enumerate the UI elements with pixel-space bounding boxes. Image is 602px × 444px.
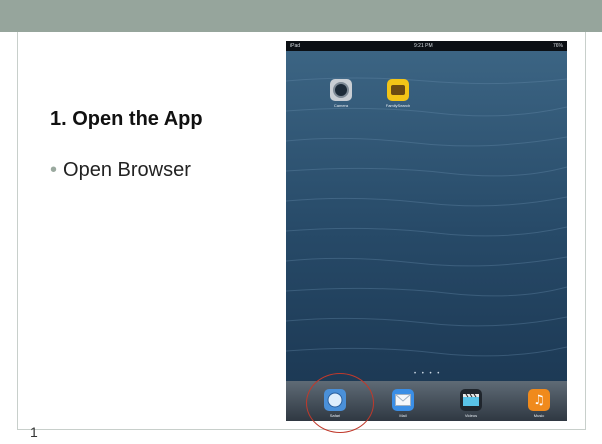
slide: 1. Open the App • Open Browser 1 iPad 9:… bbox=[0, 0, 602, 444]
bullet-text: Open Browser bbox=[63, 159, 191, 181]
dock-app-mail[interactable]: Mail bbox=[388, 389, 418, 418]
music-icon: ♫ bbox=[528, 389, 550, 411]
familysearch-icon bbox=[387, 79, 409, 101]
dock-label-music: Music bbox=[533, 413, 545, 418]
ipad-status-bar: iPad 9:21 PM 76% bbox=[286, 41, 567, 51]
app-camera[interactable]: Camera bbox=[326, 79, 356, 108]
ipad-screenshot: iPad 9:21 PM 76% Camera FamilySearch • •… bbox=[286, 41, 567, 421]
app-familysearch[interactable]: FamilySearch bbox=[383, 79, 413, 108]
highlight-ring bbox=[306, 373, 374, 433]
page-number: 1 bbox=[30, 424, 38, 440]
videos-icon bbox=[460, 389, 482, 411]
dock-label-mail: Mail bbox=[399, 413, 407, 418]
page-indicator-dots: • • • • bbox=[414, 371, 442, 377]
dock-app-videos[interactable]: Videos bbox=[456, 389, 486, 418]
dock-app-music[interactable]: ♫ Music bbox=[524, 389, 554, 418]
app-label-familysearch: FamilySearch bbox=[385, 103, 411, 108]
slide-heading: 1. Open the App bbox=[50, 108, 203, 130]
app-label-camera: Camera bbox=[333, 103, 349, 108]
slide-header-bar bbox=[0, 0, 602, 32]
status-time: 9:21 PM bbox=[414, 43, 433, 49]
bullet-dot-icon: • bbox=[50, 159, 58, 181]
status-device-label: iPad bbox=[290, 43, 301, 49]
mail-icon bbox=[392, 389, 414, 411]
dock-label-videos: Videos bbox=[464, 413, 478, 418]
camera-icon bbox=[330, 79, 352, 101]
slide-bullet: • Open Browser bbox=[50, 159, 191, 182]
status-battery: 76% bbox=[552, 43, 563, 49]
